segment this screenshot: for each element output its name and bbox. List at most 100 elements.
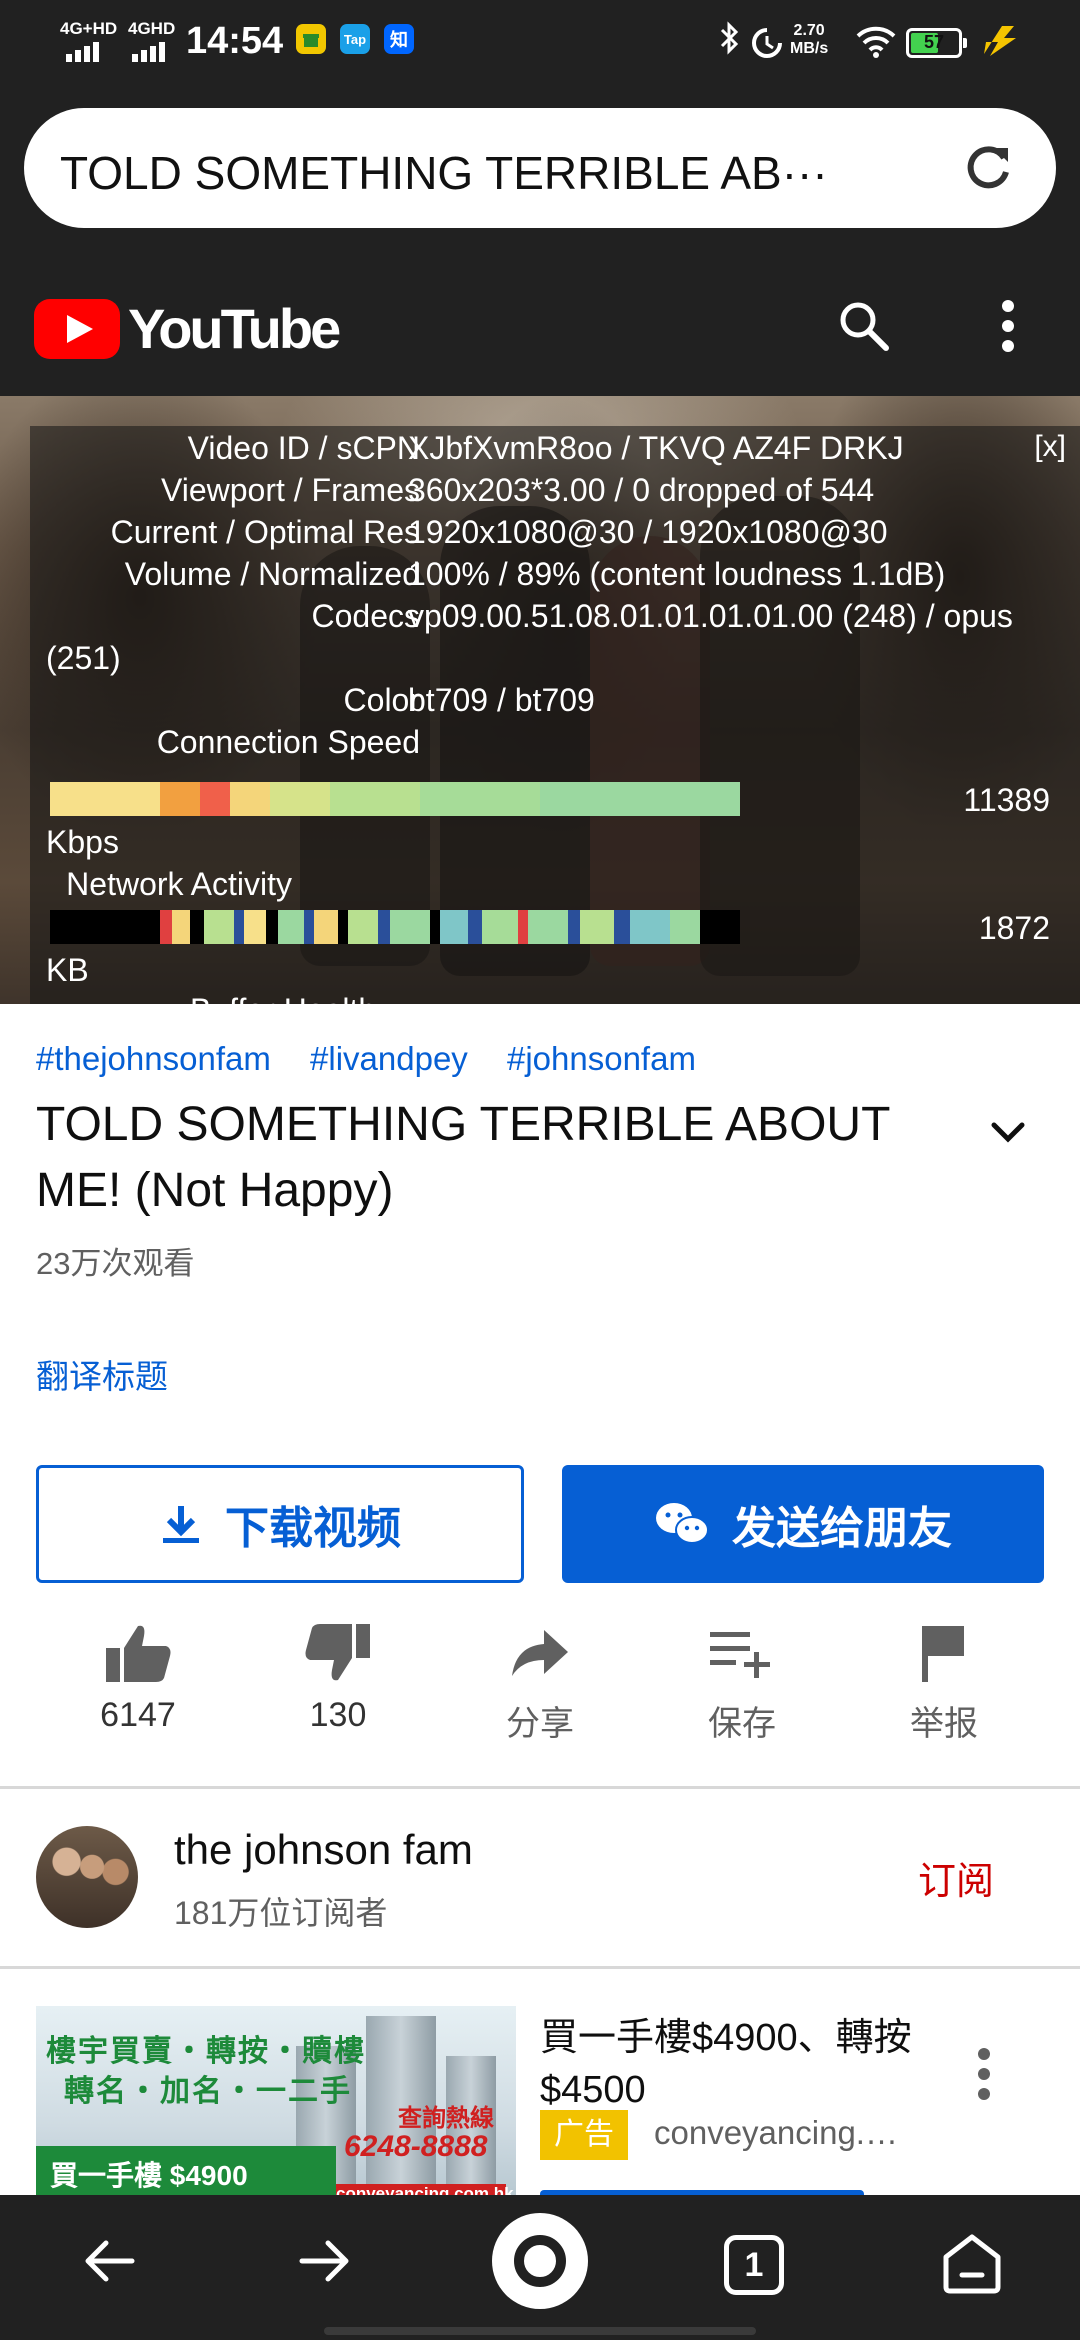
stats-value: 1920x1080@30 / 1920x1080@30 — [408, 514, 888, 550]
youtube-wordmark: YouTube — [128, 297, 341, 360]
thumbs-up-icon — [106, 1625, 171, 1682]
address-bar[interactable]: TOLD SOMETHING TERRIBLE AB··· — [24, 108, 1056, 228]
wifi-icon — [856, 24, 896, 63]
stats-key: Video ID / sCPN — [187, 430, 420, 466]
forward-arrow-icon[interactable] — [294, 2231, 354, 2291]
report-button[interactable]: 举报 — [874, 1620, 1014, 1745]
stats-row: Viewport / Frames 360x203*3.00 / 0 dropp… — [30, 472, 1080, 512]
network-activity-unit: KB — [46, 952, 89, 988]
clock: 14:54 — [186, 20, 284, 62]
stats-row: Volume / Normalized 100% / 89% (content … — [30, 556, 1080, 596]
video-actions: 6147 130 分享 保存 举报 — [0, 1620, 1080, 1760]
tabs-count-icon[interactable]: 1 — [724, 2235, 784, 2295]
like-button[interactable]: 6147 — [68, 1620, 208, 1735]
more-options-icon[interactable] — [996, 296, 1020, 356]
chevron-down-icon[interactable] — [986, 1110, 1030, 1154]
stats-key: Connection Speed — [156, 724, 420, 760]
flag-icon — [922, 1626, 964, 1682]
home-button[interactable] — [492, 2213, 588, 2309]
dislike-count: 130 — [309, 1696, 367, 1734]
signal-icon-2 — [132, 42, 165, 62]
hashtag-link[interactable]: #livandpey — [310, 1040, 468, 1077]
send-to-friend-button[interactable]: 发送给朋友 — [562, 1465, 1044, 1583]
ad-thumb-hotline: 查詢熱線 — [398, 2105, 494, 2132]
zhi-app-icon: 知 — [384, 24, 414, 54]
search-icon[interactable] — [834, 296, 894, 356]
status-bar: 4G+HD 4GHD 14:54 Tap 知 2.70 MB/s 57 — [0, 0, 1080, 88]
network-type-2: 4GHD — [128, 19, 176, 38]
hashtag-link[interactable]: #thejohnsonfam — [36, 1040, 271, 1077]
hashtag-link[interactable]: #johnsonfam — [507, 1040, 696, 1077]
stats-value: XJbfXvmR8oo / TKVQ AZ4F DRKJ — [408, 430, 904, 466]
network-activity-value: 1872 — [978, 910, 1050, 946]
stats-row: Color bt709 / bt709 — [30, 682, 1080, 722]
stats-value: bt709 / bt709 — [408, 682, 595, 718]
avatar[interactable] — [36, 1826, 138, 1928]
hashtags: #thejohnsonfam #livandpey #johnsonfam — [36, 1040, 726, 1078]
video-player[interactable]: [x] Video ID / sCPN XJbfXvmR8oo / TKVQ A… — [0, 396, 1080, 1004]
network-speed: 2.70 MB/s — [790, 22, 829, 57]
wechat-icon — [656, 1503, 709, 1544]
back-arrow-icon[interactable] — [80, 2231, 140, 2291]
address-bar-text[interactable]: TOLD SOMETHING TERRIBLE AB··· — [60, 146, 920, 200]
download-video-button[interactable]: 下载视频 — [36, 1465, 524, 1583]
thumbs-down-icon — [305, 1624, 370, 1681]
stats-value: 100% / 89% (content loudness 1.1dB) — [408, 556, 946, 592]
youtube-logo[interactable]: YouTube — [34, 296, 341, 361]
save-button[interactable]: 保存 — [672, 1620, 812, 1745]
stats-row: Video ID / sCPN XJbfXvmR8oo / TKVQ AZ4F … — [30, 430, 1080, 470]
connection-speed-value: 11389 — [963, 782, 1050, 818]
translate-title-link[interactable]: 翻译标题 — [36, 1350, 168, 1398]
ad-thumb-phone: 6248-8888 — [344, 2130, 488, 2163]
stats-row: Connection Speed — [30, 724, 1080, 764]
youtube-header: YouTube — [0, 266, 1080, 396]
ad-thumb-line1: 樓宇買賣・轉按・贖樓 — [46, 2035, 366, 2068]
stats-row: Network Activity — [30, 866, 1080, 906]
network-activity-graph — [50, 910, 740, 944]
stats-key: Codecs — [311, 598, 421, 634]
subscribe-button[interactable]: 订阅 — [918, 1850, 994, 1905]
stats-value: vp09.00.51.08.01.01.01.01.00 (248) / opu… — [408, 598, 1013, 634]
charging-icon — [980, 20, 1020, 65]
ad-card[interactable]: 樓宇買賣・轉按・贖樓 轉名・加名・一二手 查詢熱線 6248-8888 買一手樓… — [0, 1970, 1080, 2195]
report-label: 举报 — [910, 1705, 978, 1743]
send-to-friend-label: 发送给朋友 — [732, 1504, 952, 1553]
battery-icon: 57 — [906, 28, 967, 58]
share-icon — [512, 1630, 568, 1676]
stats-row: Current / Optimal Res 1920x1080@30 / 192… — [30, 514, 1080, 554]
reload-icon[interactable] — [960, 140, 1016, 196]
like-count: 6147 — [100, 1696, 176, 1734]
connection-speed-graph — [50, 782, 740, 816]
download-video-label: 下载视频 — [225, 1504, 401, 1553]
youtube-play-icon — [34, 298, 120, 359]
divider — [0, 1966, 1080, 1969]
more-options-icon[interactable] — [972, 2042, 996, 2106]
stats-key: Volume / Normalized — [124, 556, 420, 592]
share-label: 分享 — [506, 1705, 574, 1743]
video-title: TOLD SOMETHING TERRIBLE ABOUT ME! (Not H… — [36, 1098, 890, 1217]
gesture-bar — [324, 2327, 756, 2335]
ad-domain: conveyancing.… — [654, 2114, 898, 2151]
connection-speed-unit: Kbps — [46, 824, 119, 860]
bluetooth-icon — [718, 20, 742, 64]
playlist-add-icon — [710, 1632, 770, 1678]
subscriber-count: 181万位订阅者 — [174, 1895, 388, 1931]
download-icon — [163, 1506, 199, 1543]
ad-title[interactable]: 買一手樓$4900、轉按$4500 — [540, 2012, 940, 2116]
stats-key: Viewport / Frames — [160, 472, 420, 508]
browser-toolbar: TOLD SOMETHING TERRIBLE AB··· — [0, 88, 1080, 266]
ad-badge: 广告 — [540, 2110, 628, 2160]
dislike-button[interactable]: 130 — [268, 1620, 408, 1735]
home-icon[interactable] — [940, 2231, 1004, 2295]
browser-bottom-nav: 1 — [0, 2195, 1080, 2340]
ad-thumbnail[interactable]: 樓宇買賣・轉按・贖樓 轉名・加名・一二手 查詢熱線 6248-8888 買一手樓… — [36, 2006, 516, 2195]
save-label: 保存 — [708, 1705, 776, 1743]
stats-row: Codecs vp09.00.51.08.01.01.01.01.00 (248… — [30, 598, 1080, 638]
network-type-1: 4G+HD — [60, 19, 118, 38]
divider — [0, 1786, 1080, 1789]
share-button[interactable]: 分享 — [470, 1620, 610, 1745]
stats-value: 360x203*3.00 / 0 dropped of 544 — [408, 472, 875, 508]
stats-codecs-wrap: (251) — [46, 640, 121, 676]
channel-name[interactable]: the johnson fam — [174, 1826, 473, 1874]
channel-row[interactable]: the johnson fam 181万位订阅者 订阅 — [0, 1790, 1080, 1970]
